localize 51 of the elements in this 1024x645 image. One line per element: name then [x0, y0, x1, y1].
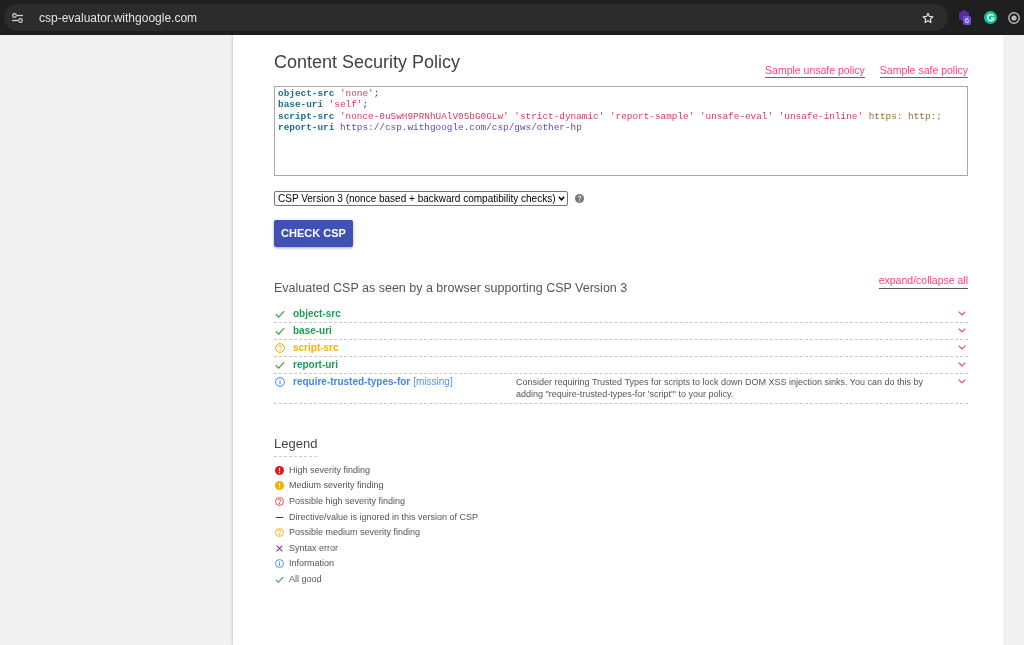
question-icon — [275, 497, 284, 506]
chevron-down-icon[interactable] — [958, 378, 966, 384]
missing-note: [missing] — [413, 376, 453, 388]
legend-label: Medium severity finding — [289, 480, 384, 492]
check-icon — [275, 360, 285, 370]
chevron-down-icon[interactable] — [958, 344, 966, 350]
policy-editor[interactable] — [274, 86, 968, 176]
chevron-down-icon — [558, 196, 566, 201]
directive-name[interactable]: object-src — [293, 308, 341, 320]
address-bar[interactable]: csp-evaluator.withgoogle.com — [4, 4, 948, 31]
check-icon — [275, 574, 284, 584]
finding-description: Consider requiring Trusted Types for scripts to lock down DOM XSS injection sinks. You can do this by adding "require-trusted-types-for 'script'" to your policy. — [516, 375, 925, 401]
code-line: base-uri 'self'; — [278, 99, 369, 111]
legend-heading: Legend — [274, 435, 318, 457]
question-icon — [275, 528, 284, 538]
code-line: object-src 'none'; — [278, 88, 380, 100]
circle-icon[interactable] — [1008, 11, 1020, 24]
chevron-down-icon[interactable] — [958, 327, 966, 333]
version-select[interactable]: CSP Version 3 (nonce based + backward compatibility checks) — [274, 191, 569, 206]
policy-sample-link[interactable]: Sample safe policy — [879, 64, 968, 78]
check-csp-button[interactable]: CHECK CSP — [274, 220, 353, 247]
question-icon — [275, 343, 285, 353]
code-line: script-src 'nonce-0u5wH9PRNhUAlV05bG0GLw' 'strict-dynamic' 'report-sample' 'unsafe-eval' 'unsafe-inline' https: http:; — [278, 110, 942, 123]
chevron-down-icon[interactable] — [958, 310, 966, 316]
code-line: report-uri https://csp.withgoogle.com/csp/gws/other-hp — [278, 122, 582, 134]
directive-name[interactable]: report-uri — [293, 359, 338, 371]
info-icon — [275, 559, 284, 569]
chevron-down-icon[interactable] — [958, 361, 966, 367]
star-icon[interactable] — [922, 11, 934, 24]
legend-label: Information — [289, 558, 335, 570]
legend-label: Possible medium severity finding — [289, 527, 421, 539]
help-icon[interactable] — [575, 194, 585, 203]
url-text[interactable]: csp-evaluator.withgoogle.com — [39, 10, 198, 25]
policy-sample-link[interactable]: Sample unsafe policy — [765, 64, 865, 78]
alert-icon — [275, 465, 284, 475]
extension-icon[interactable] — [984, 11, 997, 24]
page-heading: Content Security Policy — [274, 51, 461, 74]
directive-name[interactable]: require-trusted-types-for — [293, 376, 411, 388]
expand-collapse-link[interactable]: expand/collapse all — [878, 274, 968, 289]
directive-name[interactable]: script-src — [293, 342, 339, 354]
legend-label: Syntax error — [289, 542, 339, 554]
directive-name[interactable]: base-uri — [293, 325, 332, 337]
site-settings-icon[interactable] — [12, 12, 23, 23]
section-heading: Evaluated CSP as seen by a browser supporting CSP Version 3 — [274, 280, 628, 296]
legend-label: All good — [289, 573, 322, 585]
legend-label: Directive/value is ignored in this version of CSP — [289, 511, 479, 523]
alert-icon — [275, 481, 284, 491]
info-icon — [275, 377, 285, 387]
legend-label: High severity finding — [289, 464, 371, 476]
legend-label: Possible high severity finding — [289, 496, 406, 507]
cross-icon — [275, 543, 284, 553]
